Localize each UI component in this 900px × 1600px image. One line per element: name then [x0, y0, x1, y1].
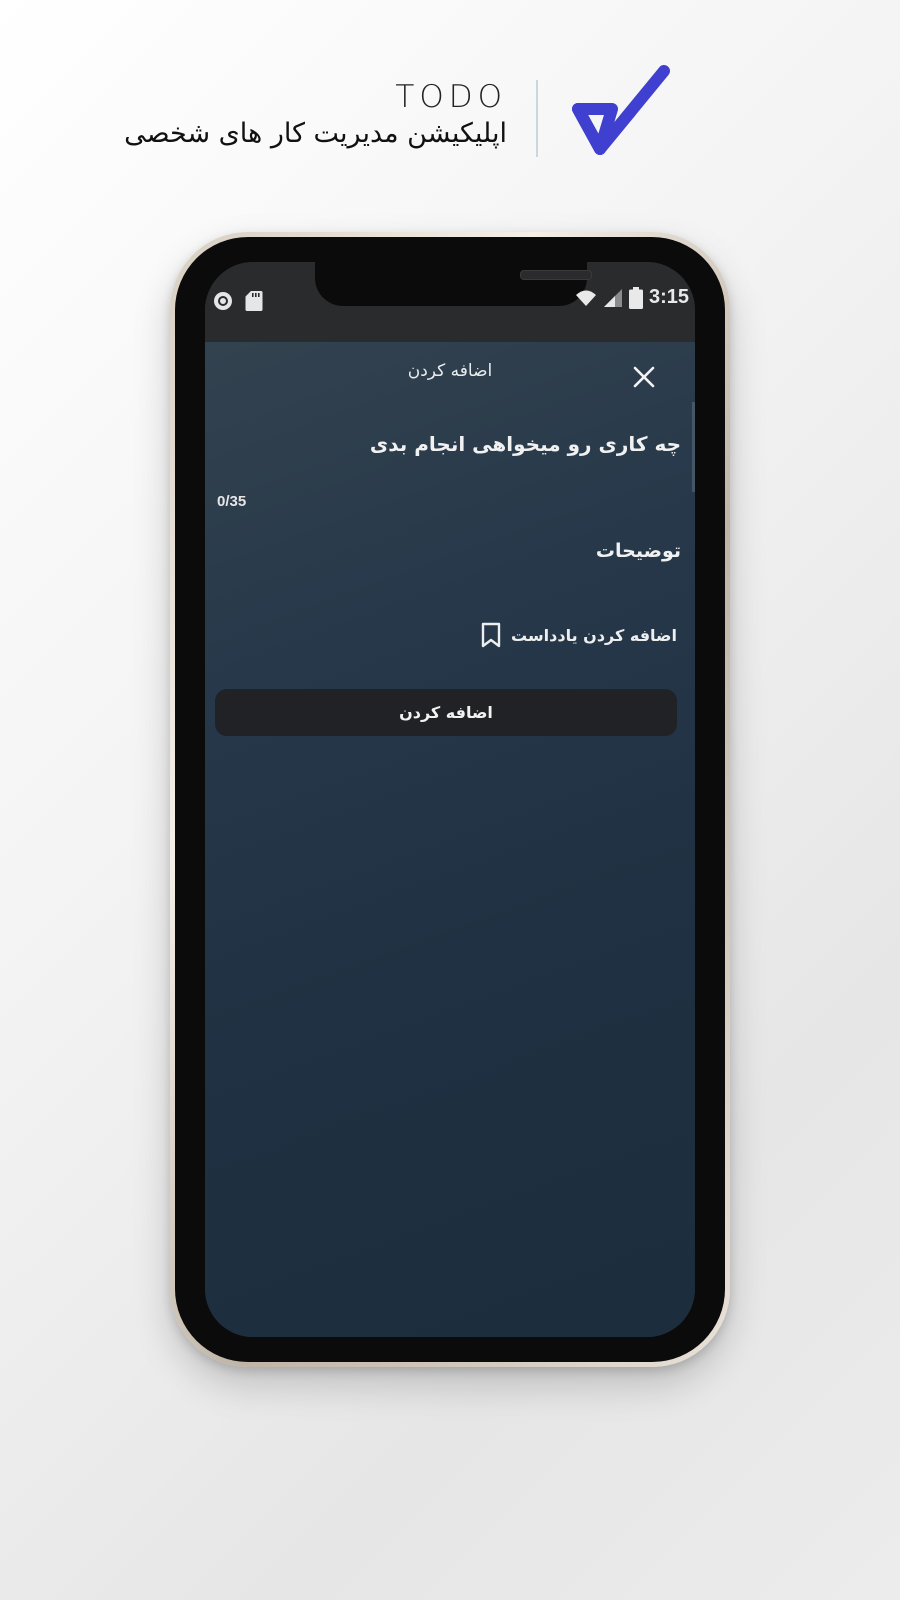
- description-input[interactable]: [261, 540, 681, 562]
- brand-subtitle: اپلیکیشن مدیریت کار های شخصی: [124, 118, 507, 150]
- phone-screen: 3:15 اضافه کردن 0/35: [205, 262, 695, 1337]
- status-time: 3:15: [648, 286, 689, 308]
- battery-icon: [628, 286, 643, 309]
- phone-mockup: 3:15 اضافه کردن 0/35: [170, 232, 730, 1367]
- submit-add-button[interactable]: اضافه کردن: [215, 689, 677, 736]
- sd-card-icon: [245, 291, 263, 311]
- record-icon: [214, 292, 232, 310]
- add-note-label: اضافه کردن یادداست: [511, 625, 677, 645]
- task-title-input[interactable]: [261, 432, 681, 456]
- status-bar: 3:15: [205, 262, 695, 342]
- dialog-header: اضافه کردن: [205, 342, 695, 412]
- wifi-icon: [575, 290, 596, 306]
- brand-text: TODO اپلیکیشن مدیریت کار های شخصی: [124, 80, 507, 150]
- status-left-icons: [213, 290, 263, 312]
- brand-divider: [536, 80, 538, 157]
- signal-icon: [603, 288, 622, 307]
- phone-notch: [315, 262, 592, 306]
- phone-bezel: 3:15 اضافه کردن 0/35: [175, 237, 725, 1362]
- brand-header: TODO اپلیکیشن مدیریت کار های شخصی: [0, 60, 900, 170]
- add-note-button[interactable]: اضافه کردن یادداست: [481, 622, 677, 648]
- close-icon[interactable]: [631, 364, 657, 390]
- dialog-title: اضافه کردن: [407, 361, 493, 381]
- bookmark-icon: [481, 622, 501, 648]
- status-right-icons: 3:15: [575, 286, 689, 309]
- brand-title: TODO: [395, 79, 507, 115]
- double-check-icon: [572, 65, 670, 155]
- char-counter: 0/35: [217, 493, 247, 510]
- add-task-dialog: اضافه کردن 0/35 اضافه کردن یادداست اضافه…: [205, 342, 695, 1337]
- scrollbar[interactable]: [692, 402, 695, 492]
- speaker-grille: [520, 270, 592, 280]
